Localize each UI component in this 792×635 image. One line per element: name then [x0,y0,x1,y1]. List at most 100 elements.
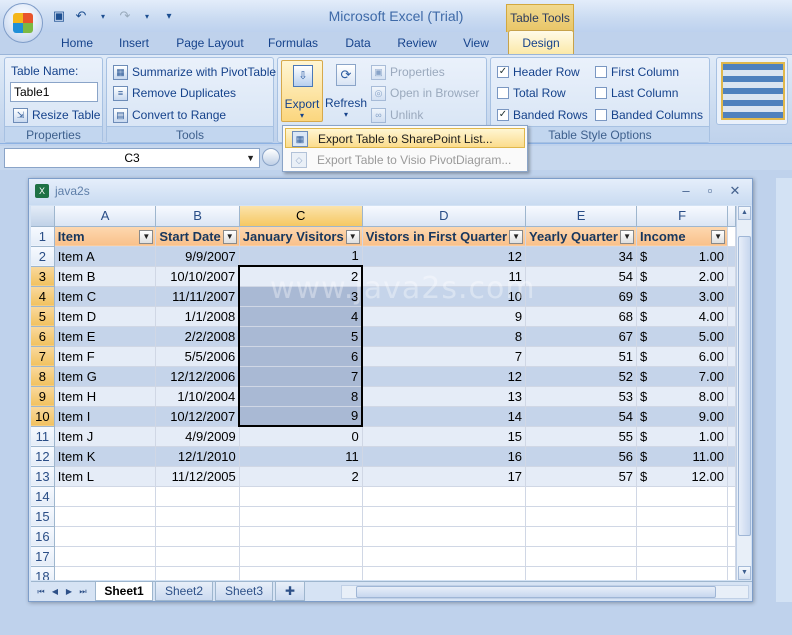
table-cell[interactable]: 57 [525,466,638,487]
column-header[interactable]: E [525,206,638,227]
sheet-tab-sheet2[interactable]: Sheet2 [155,582,213,601]
worksheet-grid[interactable]: A B C D E F 1 Item ▼ Start Date ▼ January Visitors ▼… [31,206,736,580]
table-cell[interactable]: 17 [362,466,527,487]
properties-button[interactable]: ▣ Properties [371,62,445,82]
table-cell[interactable]: 1 [239,246,363,267]
office-button[interactable] [3,3,43,43]
table-cell[interactable]: 12 [362,366,527,387]
empty-cell[interactable] [636,566,729,580]
table-cell[interactable]: 16 [362,446,527,467]
redo-icon[interactable]: ↷ [116,7,134,25]
table-cell[interactable]: 4 [238,306,364,327]
empty-cell[interactable] [239,566,363,580]
save-icon[interactable]: ▣ [50,7,68,25]
table-cell[interactable]: 1/10/2004 [155,386,240,407]
table-cell[interactable]: $1.00 [636,426,729,447]
tab-review[interactable]: Review [392,32,442,54]
table-cell[interactable]: 2/2/2008 [155,326,240,347]
row-header[interactable]: 18 [31,566,55,580]
minimize-icon[interactable]: – [677,183,695,199]
empty-cell[interactable] [362,566,527,580]
row-header[interactable]: 12 [31,446,55,467]
table-cell[interactable]: Item H [54,386,157,407]
empty-cell[interactable] [54,486,157,507]
total-row-checkbox[interactable]: Total Row [497,83,566,103]
resize-table-button[interactable]: ⇲ Resize Table [13,105,100,125]
open-in-browser-button[interactable]: ◎ Open in Browser [371,83,479,103]
table-cell[interactable]: $1.00 [636,246,729,267]
table-name-input[interactable]: Table1 [10,82,98,102]
table-cell[interactable]: $5.00 [636,326,729,347]
table-cell[interactable]: 54 [525,266,638,287]
scroll-down-icon[interactable]: ▼ [738,566,751,580]
table-cell[interactable]: 2 [239,466,363,487]
table-cell[interactable]: 12/1/2010 [155,446,240,467]
tab-insert[interactable]: Insert [110,32,158,54]
table-cell[interactable]: 11 [362,266,527,287]
quick-styles-gallery[interactable] [716,57,788,125]
table-cell[interactable]: $9.00 [636,406,729,427]
table-cell[interactable]: 15 [362,426,527,447]
last-sheet-icon[interactable]: ⏭ [77,585,89,599]
sheet-tab-sheet3[interactable]: Sheet3 [215,582,273,601]
row-header[interactable]: 14 [31,486,55,507]
column-header[interactable]: C [239,206,363,227]
sheet-tab-sheet1[interactable]: Sheet1 [95,582,153,601]
customize-qat-icon[interactable]: ▾ [160,7,178,25]
tab-formulas[interactable]: Formulas [262,32,324,54]
table-cell[interactable]: 51 [525,346,638,367]
row-header[interactable]: 11 [31,426,55,447]
table-cell[interactable]: 5 [238,326,364,347]
table-cell[interactable]: 4/9/2009 [155,426,240,447]
prev-sheet-icon[interactable]: ◀ [49,585,61,599]
last-column-checkbox[interactable]: Last Column [595,83,678,103]
table-cell[interactable]: Item E [54,326,157,347]
tab-view[interactable]: View [454,32,498,54]
table-cell[interactable]: 12 [362,246,527,267]
column-header[interactable]: F [636,206,729,227]
table-cell[interactable]: 12/12/2006 [155,366,240,387]
table-cell[interactable]: $11.00 [636,446,729,467]
chevron-down-icon[interactable]: ▼ [246,149,255,167]
row-header[interactable]: 4 [31,286,55,307]
first-sheet-icon[interactable]: ⏮ [35,585,47,599]
table-cell[interactable]: 9/9/2007 [155,246,240,267]
empty-cell[interactable] [525,486,638,507]
close-icon[interactable]: ✕ [726,183,744,199]
column-header[interactable]: B [155,206,240,227]
table-header-cell[interactable]: Yearly Quarter ▼ [525,226,638,247]
table-cell[interactable]: Item L [54,466,157,487]
tab-page-layout[interactable]: Page Layout [170,32,250,54]
column-header[interactable]: D [362,206,527,227]
table-cell[interactable]: Item J [54,426,157,447]
empty-cell[interactable] [155,566,240,580]
header-row-checkbox[interactable]: ✓ Header Row [497,62,580,82]
table-cell[interactable]: 54 [525,406,638,427]
undo-icon[interactable]: ↶ [72,7,90,25]
first-column-checkbox[interactable]: First Column [595,62,679,82]
table-cell[interactable]: 69 [525,286,638,307]
formula-expand-icon[interactable] [262,148,280,166]
row-header[interactable]: 13 [31,466,55,487]
row-header[interactable]: 7 [31,346,55,367]
table-cell[interactable]: Item G [54,366,157,387]
table-cell[interactable]: $2.00 [636,266,729,287]
row-header[interactable]: 1 [31,226,55,247]
name-box[interactable]: C3 ▼ [4,148,260,168]
table-cell[interactable]: 14 [362,406,527,427]
empty-cell[interactable] [525,546,638,567]
table-cell[interactable]: 10/10/2007 [155,266,240,287]
horizontal-scrollbar[interactable] [341,585,749,599]
empty-cell[interactable] [239,526,363,547]
table-cell[interactable]: 6 [238,346,364,367]
empty-cell[interactable] [362,546,527,567]
table-cell[interactable]: 2 [238,265,364,287]
table-cell[interactable]: $4.00 [636,306,729,327]
table-cell[interactable]: Item A [54,246,157,267]
undo-dropdown-icon[interactable]: ▾ [94,7,112,25]
empty-cell[interactable] [636,546,729,567]
table-cell[interactable]: 34 [525,246,638,267]
empty-cell[interactable] [362,506,527,527]
filter-dropdown-icon[interactable]: ▼ [509,229,524,244]
filter-dropdown-icon[interactable]: ▼ [345,229,360,244]
